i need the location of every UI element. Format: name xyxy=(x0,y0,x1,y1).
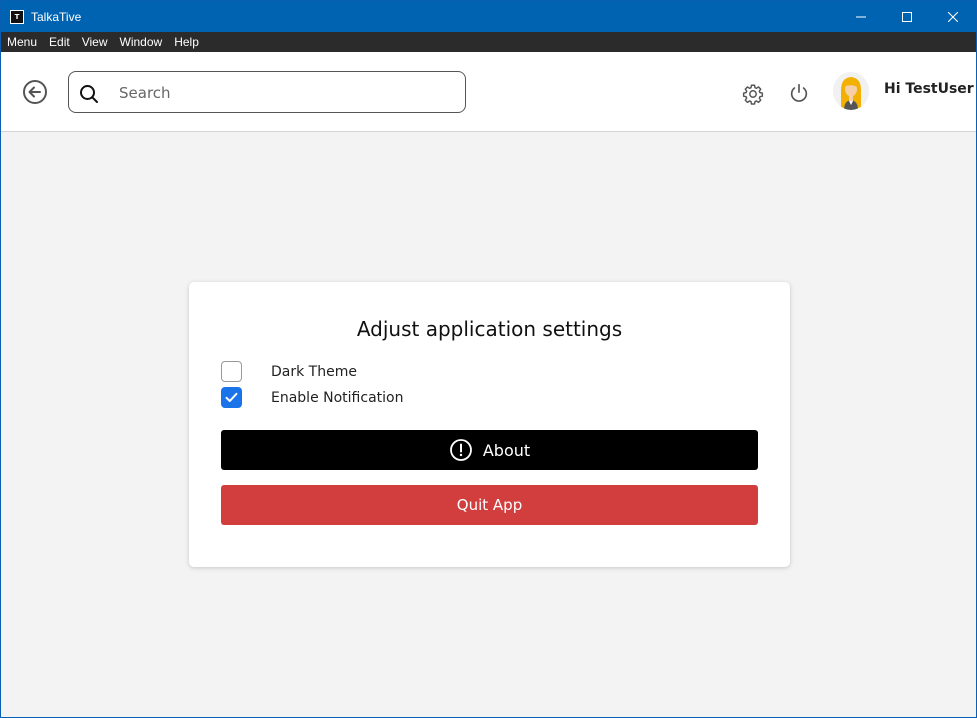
avatar[interactable] xyxy=(833,72,869,110)
notification-checkbox[interactable] xyxy=(221,387,242,408)
info-icon xyxy=(449,439,472,461)
close-icon xyxy=(948,11,958,22)
notification-label: Enable Notification xyxy=(271,389,404,406)
quit-app-label: Quit App xyxy=(456,496,523,514)
window-controls xyxy=(838,1,976,32)
search-icon xyxy=(80,85,98,103)
notification-option[interactable]: Enable Notification xyxy=(221,387,403,408)
app-logo-icon: T xyxy=(10,9,24,24)
quit-app-button[interactable]: Quit App xyxy=(221,485,758,525)
app-header: Hi TestUser xyxy=(1,52,976,132)
search-box[interactable] xyxy=(68,71,466,113)
menu-item-help[interactable]: Help xyxy=(174,35,199,49)
checkmark-icon xyxy=(225,392,238,402)
user-avatar-icon xyxy=(833,72,869,110)
minimize-icon xyxy=(856,16,866,17)
menu-item-window[interactable]: Window xyxy=(120,35,163,49)
window-title: TalkaTive xyxy=(31,9,82,24)
settings-title: Adjust application settings xyxy=(356,317,623,341)
menu-item-menu[interactable]: Menu xyxy=(7,35,37,49)
close-button[interactable] xyxy=(930,1,976,32)
dark-theme-option[interactable]: Dark Theme xyxy=(221,361,357,382)
back-arrow-icon xyxy=(23,80,47,104)
minimize-button[interactable] xyxy=(838,1,884,32)
title-bar[interactable]: T TalkaTive xyxy=(1,1,976,32)
power-icon xyxy=(790,83,808,102)
about-button[interactable]: About xyxy=(221,430,758,470)
settings-card: Adjust application settings Dark Theme E… xyxy=(189,282,790,567)
maximize-icon xyxy=(902,11,912,22)
dark-theme-checkbox[interactable] xyxy=(221,361,242,382)
back-button[interactable] xyxy=(22,79,48,105)
menu-item-view[interactable]: View xyxy=(82,35,108,49)
app-window: T TalkaTive Menu Edit View Window Help S… xyxy=(0,0,977,718)
menu-item-edit[interactable]: Edit xyxy=(49,35,70,49)
menu-bar: Menu Edit View Window Help xyxy=(1,32,976,52)
app-logo-glyph: T xyxy=(14,12,20,21)
user-greeting: Hi TestUser xyxy=(884,81,974,97)
about-label: About xyxy=(482,440,531,460)
gear-icon xyxy=(742,84,764,105)
search-input[interactable] xyxy=(119,80,449,106)
dark-theme-label: Dark Theme xyxy=(271,363,357,380)
settings-button[interactable] xyxy=(742,83,764,105)
maximize-button[interactable] xyxy=(884,1,930,32)
logout-button[interactable] xyxy=(788,82,810,104)
